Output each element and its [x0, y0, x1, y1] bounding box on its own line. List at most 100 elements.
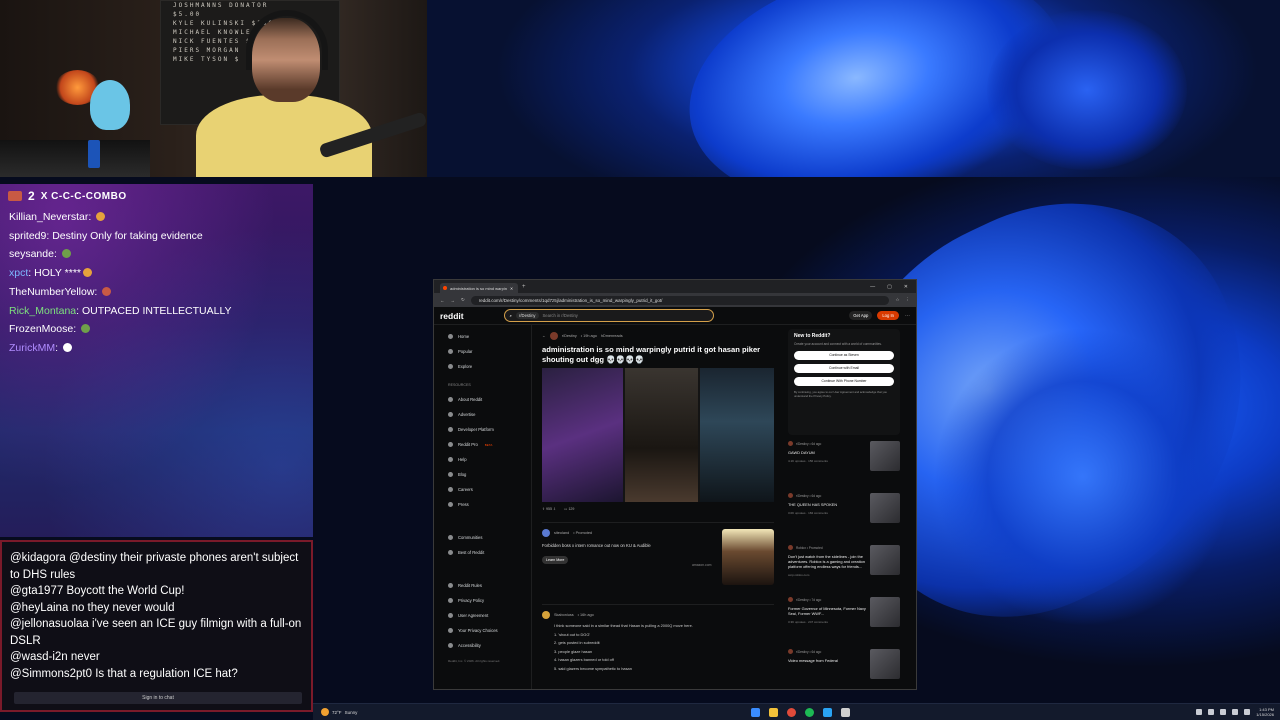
question-user[interactable]: @heyLaina [10, 602, 68, 614]
nav-item[interactable]: Your Privacy Choices [448, 623, 525, 638]
nav-item[interactable]: Explore [448, 359, 525, 374]
comment-author[interactable]: Skaboniuss [554, 613, 574, 617]
nav-item[interactable]: About Reddit [448, 392, 525, 407]
maximize-icon[interactable]: ▢ [887, 284, 892, 290]
nav-label: Advertise [458, 412, 476, 417]
subreddit-chip[interactable]: r/Destiny [515, 312, 539, 319]
forward-icon[interactable]: → [451, 298, 456, 303]
nav-item[interactable]: Reddit Rules [448, 578, 525, 593]
tray-icon[interactable] [1196, 709, 1203, 715]
login-button[interactable]: Log In [877, 311, 899, 320]
question-user[interactable]: @Simmons2pt0 [10, 668, 92, 680]
search-placeholder: Search in r/Destiny [542, 313, 578, 318]
commenter-avatar [542, 611, 550, 619]
wifi-icon[interactable] [1232, 709, 1239, 715]
combo-label: X C-C-C-COMBO [40, 190, 127, 202]
app-icon[interactable] [841, 707, 850, 717]
nav-item[interactable]: Developer Platform [448, 422, 525, 437]
google-signin-button[interactable]: Continue as Steven [794, 350, 894, 360]
spotify-icon[interactable] [805, 707, 814, 717]
nav-item[interactable]: Careers [448, 482, 525, 497]
chat-username[interactable]: Rick_Montana [9, 305, 76, 317]
file-explorer-icon[interactable] [769, 707, 778, 717]
app-icon[interactable] [823, 707, 832, 717]
reddit-logo[interactable]: reddit [440, 311, 464, 321]
extensions-icon[interactable]: ⋮ [906, 297, 911, 303]
resources-heading[interactable]: RESOURCES [448, 378, 525, 392]
post-actions: ⇧ 955 ⇩ ▭ 129 [542, 502, 774, 516]
tray-icon[interactable] [1220, 709, 1227, 715]
recommended-post[interactable]: r/Destiny • 6d ago GAWD DAYUM 4.1K upvotes… [788, 441, 900, 487]
nav-item[interactable]: Reddit Pro BETA [448, 437, 525, 452]
recommended-post[interactable]: Roblox • Promoted Don't just watch from t… [788, 545, 900, 591]
volume-icon[interactable] [1244, 709, 1251, 715]
url-input[interactable]: reddit.com/r/Destiny/comments/1qd7z5j/ad… [470, 295, 890, 305]
recommended-post[interactable]: r/Destiny • 7d ago Former Governor of Min… [788, 597, 900, 643]
chat-username[interactable]: FrozenMoose [9, 323, 73, 335]
nav-item[interactable]: Help [448, 452, 525, 467]
nav-item[interactable]: User Agreement [448, 608, 525, 623]
chat-username[interactable]: Killian_Neverstar [9, 211, 88, 223]
nav-icon [448, 457, 453, 462]
comments-button[interactable]: ▭ 129 [564, 507, 574, 511]
nav-item[interactable]: Accessibility [448, 638, 525, 653]
nav-item[interactable]: Privacy Policy [448, 593, 525, 608]
start-icon[interactable] [751, 707, 760, 717]
email-signin-button[interactable]: Continue with Email [794, 363, 894, 373]
question-panel: @kidagora @destiny their privaste phones… [0, 540, 313, 712]
question-user[interactable]: @wasd-i2n [10, 651, 68, 663]
chat-username[interactable]: seysande [9, 248, 54, 260]
tray-icon[interactable] [1208, 709, 1215, 715]
nav-divider [448, 516, 525, 530]
chrome-icon[interactable] [787, 707, 796, 717]
advertiser-name[interactable]: siteoland [554, 531, 569, 535]
nav-icon [448, 628, 453, 633]
star-icon[interactable]: ☆ [895, 297, 899, 303]
nav-item[interactable]: Advertise [448, 407, 525, 422]
minimize-icon[interactable]: — [870, 284, 875, 290]
new-tab-icon[interactable]: + [522, 284, 526, 290]
sign-in-button[interactable]: Sign in to chat [14, 692, 302, 704]
nav-label: Your Privacy Choices [458, 628, 498, 633]
post-feed: ← r/Destiny • 19h ago hDmenreads adminis… [532, 325, 782, 689]
question-user[interactable]: @kidagora [10, 552, 66, 564]
comment-time: • 16h ago [577, 613, 594, 617]
post-title: administration is so mind warpingly putr… [542, 345, 761, 364]
close-window-icon[interactable]: ✕ [904, 284, 908, 290]
post-image-gallery[interactable] [542, 368, 774, 502]
nav-item[interactable]: Popular [448, 344, 525, 359]
post-author[interactable]: hDmenreads [601, 334, 623, 338]
promo-thumbnail[interactable] [722, 529, 774, 585]
recommended-post[interactable]: r/Destiny • 6d ago Video message from Fed… [788, 649, 900, 689]
upvote-button[interactable]: ⇧ 955 ⇩ [542, 507, 556, 511]
recommended-post[interactable]: r/Destiny • 6d ago THE QUEEN HAS SPOKEN 3.… [788, 493, 900, 539]
clock[interactable]: 1:43 PM 1/15/2026 [1256, 707, 1274, 717]
close-icon[interactable]: ✕ [510, 286, 513, 291]
back-arrow-icon[interactable]: ← [542, 334, 546, 338]
nav-item[interactable]: Best of Reddit [448, 545, 525, 560]
chat-username[interactable]: sprited9 [9, 230, 46, 242]
promoted-post: siteoland • Promoted Forbidden boss x in… [542, 522, 774, 604]
question-text: never [70, 651, 100, 663]
nav-item[interactable]: Blog [448, 467, 525, 482]
more-icon[interactable]: ⋯ [905, 313, 910, 319]
question-user[interactable]: @jellonasuolaa [10, 618, 89, 630]
learn-more-button[interactable]: Learn More [542, 556, 569, 564]
chat-username[interactable]: TheNumberYellow [9, 286, 94, 298]
phone-signin-button[interactable]: Continue With Phone Number [794, 376, 894, 386]
rec-subreddit: r/Destiny • 6d ago [788, 649, 866, 654]
nav-item[interactable]: Press [448, 497, 525, 512]
nav-item[interactable]: Communities [448, 530, 525, 545]
back-icon[interactable]: ← [440, 298, 445, 303]
weather-widget[interactable]: 72°F Sunny [321, 708, 357, 716]
get-app-button[interactable]: Get App [849, 311, 873, 320]
post-subreddit[interactable]: r/Destiny [562, 334, 577, 338]
question-item: @jellonasuolaa i've seen an ICE guy film… [10, 616, 303, 649]
question-user[interactable]: @gta1977 [10, 585, 63, 597]
nav-item[interactable]: Home [448, 329, 525, 344]
browser-tab[interactable]: administration is so mind warpin ✕ [440, 283, 518, 293]
search-input[interactable]: ⌕ r/Destiny Search in r/Destiny [503, 309, 714, 322]
reload-icon[interactable]: ↻ [461, 297, 465, 303]
chat-username[interactable]: ZurickMM [9, 342, 55, 354]
chat-username[interactable]: xpct [9, 267, 28, 279]
